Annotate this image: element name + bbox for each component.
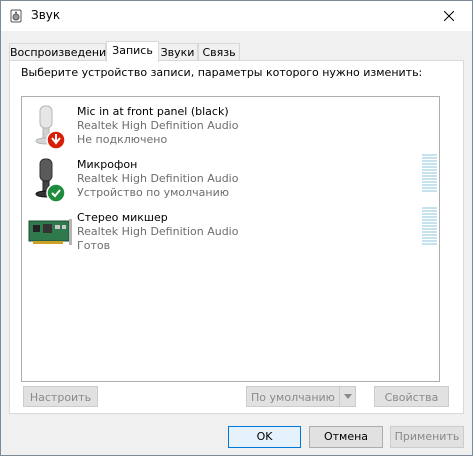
device-name: Микрофон	[77, 158, 138, 171]
properties-button[interactable]: Свойства	[374, 386, 449, 407]
set-default-button[interactable]: По умолчанию	[246, 386, 356, 407]
close-icon	[444, 11, 454, 21]
device-item[interactable]: Стерео микшер Realtek High Definition Au…	[22, 207, 439, 261]
dropdown-arrow[interactable]	[339, 387, 355, 406]
tab-recording[interactable]: Запись	[106, 41, 159, 62]
cancel-button[interactable]: Отмена	[309, 426, 383, 448]
instruction-text: Выберите устройство записи, параметры ко…	[21, 66, 423, 79]
title-bar[interactable]: Звук	[1, 1, 472, 31]
device-list[interactable]: Mic in at front panel (black) Realtek Hi…	[21, 96, 440, 382]
device-name: Стерео микшер	[77, 211, 168, 224]
sound-card-icon	[28, 219, 72, 245]
device-item[interactable]: Микрофон Realtek High Definition Audio У…	[22, 154, 439, 208]
device-driver: Realtek High Definition Audio	[77, 172, 239, 185]
speaker-icon	[10, 9, 22, 23]
device-item[interactable]: Mic in at front panel (black) Realtek Hi…	[22, 101, 439, 155]
sound-dialog: Звук Воспроизведение Запись Звуки Связь …	[0, 0, 473, 456]
device-status: Готов	[77, 239, 111, 252]
device-driver: Realtek High Definition Audio	[77, 119, 239, 132]
close-button[interactable]	[426, 1, 472, 31]
set-default-label: По умолчанию	[251, 391, 335, 404]
device-status: Устройство по умолчанию	[77, 186, 230, 199]
tab-playback[interactable]: Воспроизведение	[9, 43, 113, 61]
device-status: Не подключено	[77, 133, 168, 146]
chevron-down-icon	[343, 394, 352, 399]
apply-button[interactable]: Применить	[390, 426, 464, 448]
ok-button[interactable]: OK	[228, 426, 301, 448]
device-driver: Realtek High Definition Audio	[77, 225, 239, 238]
tab-communications[interactable]: Связь	[198, 43, 240, 61]
window-title: Звук	[31, 8, 61, 22]
configure-button[interactable]: Настроить	[23, 386, 98, 407]
tab-sounds[interactable]: Звуки	[157, 43, 198, 61]
recording-panel: Выберите устройство записи, параметры ко…	[9, 60, 464, 414]
microphone-disconnected-icon	[35, 105, 66, 150]
microphone-default-icon	[35, 158, 66, 203]
level-meter	[422, 154, 437, 194]
level-meter	[422, 207, 437, 247]
device-name: Mic in at front panel (black)	[77, 105, 229, 118]
